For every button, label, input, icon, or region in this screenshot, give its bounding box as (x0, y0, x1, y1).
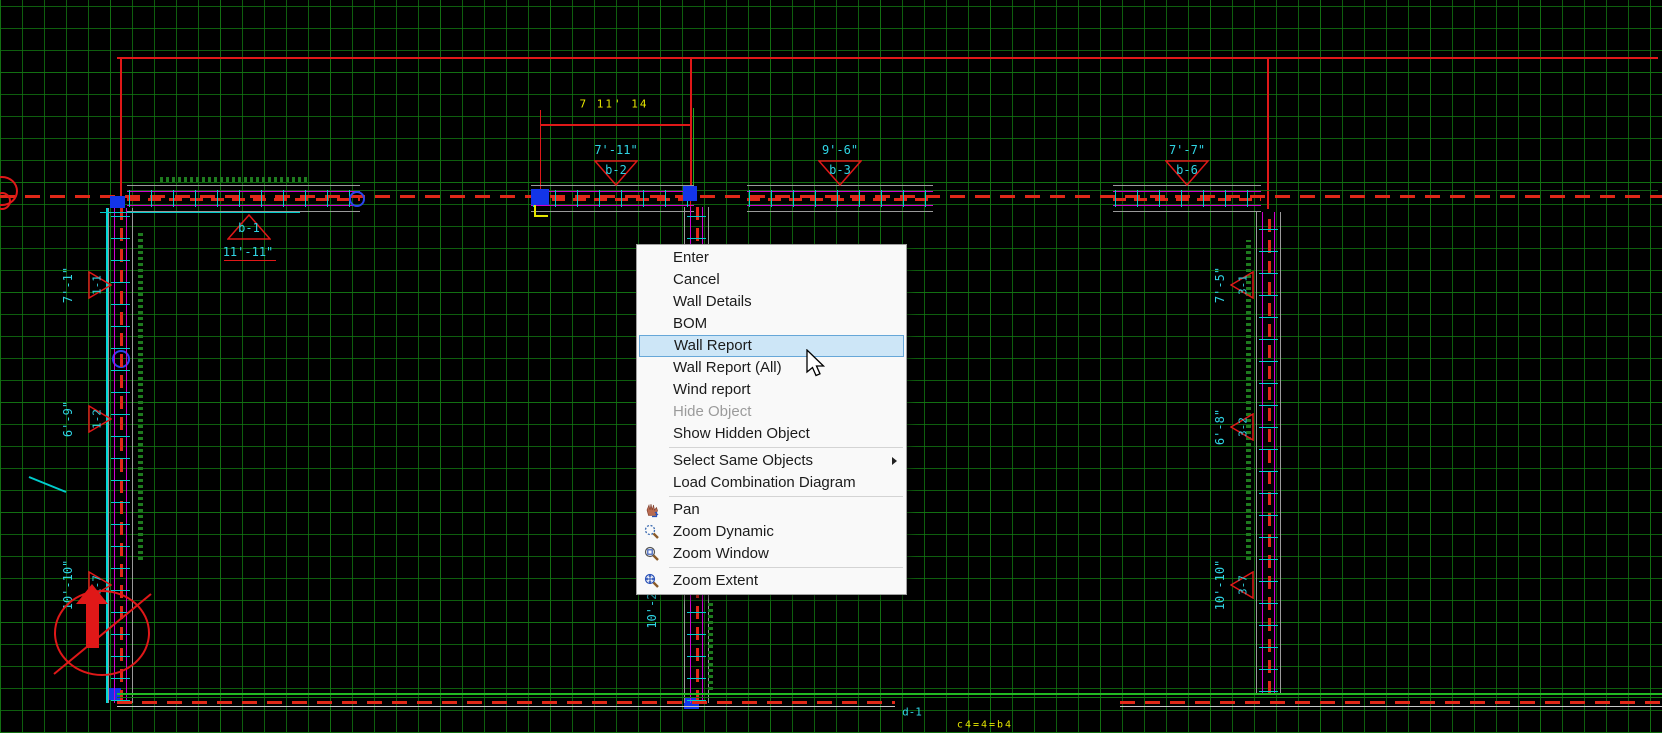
bottom-wall-centerline-right (1120, 701, 1662, 704)
zoom-dynamic-icon (644, 524, 659, 539)
bottom-wall-plate-line2 (117, 697, 1662, 698)
bottom-wall-outline-right (1120, 706, 1662, 707)
wall-panel-b6[interactable] (1113, 185, 1261, 212)
menu-item-label: Select Same Objects (673, 452, 814, 469)
left-seg2-length: 6'-9" (61, 400, 75, 438)
menu-item-label: Hide Object (673, 403, 752, 420)
right-wall-extension-line (1267, 57, 1269, 209)
stud-ticks (1115, 190, 1259, 207)
bottom-wall-tag: d-1 (902, 705, 922, 719)
menu-item-show-hidden-object[interactable]: Show Hidden Object (637, 423, 906, 445)
right-seg2-length: 6'-8" (1213, 408, 1227, 446)
wall-length-b2: 7'-11" (594, 143, 638, 157)
wall-tag-b2: b-2 (605, 163, 627, 177)
menu-item-bom[interactable]: BOM (637, 313, 906, 335)
selection-grip[interactable] (683, 186, 697, 201)
wall-length-b3: 9'-6" (821, 143, 859, 157)
wall-panel-b1[interactable] (127, 185, 360, 212)
submenu-arrow-icon (892, 457, 897, 465)
menu-item-label: Load Combination Diagram (673, 474, 856, 491)
menu-item-label: Zoom Window (673, 545, 769, 562)
selection-grip[interactable] (531, 189, 549, 205)
left-boundary-line (120, 57, 122, 197)
menu-item-label: Show Hidden Object (673, 425, 810, 442)
wall-length-b1: 11'-11" (222, 245, 274, 259)
menu-item-zoom-dynamic[interactable]: Zoom Dynamic (637, 521, 906, 543)
menu-item-label: Zoom Dynamic (673, 523, 774, 540)
menu-item-label: Wall Report (All) (673, 359, 782, 376)
menu-item-cancel[interactable]: Cancel (637, 269, 906, 291)
menu-item-zoom-extent[interactable]: Zoom Extent (637, 570, 906, 592)
cyan-leader-line (28, 476, 67, 493)
menu-item-enter[interactable]: Enter (637, 247, 906, 269)
menu-separator (669, 496, 903, 497)
menu-item-zoom-window[interactable]: Zoom Window (637, 543, 906, 565)
top-dimension-label: 7 11' 14 (579, 97, 649, 111)
cyan-dimension-line (100, 212, 300, 213)
menu-item-select-same-objects[interactable]: Select Same Objects (637, 450, 906, 472)
yellow-node-mark (534, 205, 548, 217)
menu-item-label: Wind report (673, 381, 751, 398)
top-boundary-line (117, 57, 1658, 59)
menu-item-label: Wall Report (674, 337, 752, 354)
stud-ticks (749, 190, 931, 207)
right-seg2-tag: 3-2 (1236, 417, 1250, 437)
right-seg1-length: 7'-5" (1213, 266, 1227, 304)
menu-item-hide-object: Hide Object (637, 401, 906, 423)
bottom-wall-outline-left (117, 706, 895, 707)
zoom-window-icon (644, 546, 659, 561)
right-seg3-length: 10'-10" (1213, 559, 1227, 611)
menu-item-label: Cancel (673, 271, 720, 288)
menu-item-wall-details[interactable]: Wall Details (637, 291, 906, 313)
left-seg2-tag: 1-2 (90, 409, 104, 429)
stud-ticks (1259, 214, 1278, 692)
right-seg3-tag: 3-7 (1236, 575, 1250, 595)
selection-grip[interactable] (110, 196, 125, 208)
menu-item-pan[interactable]: Pan (637, 499, 906, 521)
stud-size-text-marks (160, 177, 310, 182)
stud-size-text-marks (708, 600, 713, 690)
menu-item-wall-report[interactable]: Wall Report (639, 335, 904, 357)
menu-item-label: Enter (673, 249, 709, 266)
stud-ticks (129, 190, 358, 207)
pan-hand-icon (646, 503, 659, 518)
menu-separator (669, 447, 903, 448)
label-underline (224, 260, 276, 261)
cad-viewport: 7 11' 14 b-1 11'-11" b-2 7'-11" b-3 9'-6… (0, 0, 1662, 733)
bottom-wall-centerline-left (117, 701, 895, 704)
bottom-wall-note: c4=4=b4 (956, 719, 1014, 731)
menu-item-label: Zoom Extent (673, 572, 759, 589)
wall-panel-b3[interactable] (747, 185, 933, 212)
wall-tag-b6: b-6 (1176, 163, 1198, 177)
menu-item-load-combination-diagram[interactable]: Load Combination Diagram (637, 472, 906, 494)
node-circle (349, 191, 365, 207)
wall-panel-b2[interactable] (531, 185, 694, 212)
mouse-cursor (806, 349, 826, 377)
left-seg1-tag: 1-1 (90, 275, 104, 295)
menu-item-label: Pan (673, 501, 700, 518)
menu-item-label: Wall Details (673, 293, 752, 310)
wall-length-b6: 7'-7" (1168, 143, 1206, 157)
dimension-ext-left (540, 110, 541, 196)
menu-item-wind-report[interactable]: Wind report (637, 379, 906, 401)
dimension-line (540, 124, 690, 126)
north-arrow-head (76, 584, 108, 604)
north-arrow-shaft (86, 602, 99, 648)
context-menu: Enter Cancel Wall Details BOM Wall Repor… (636, 244, 907, 595)
menu-separator (669, 567, 903, 568)
menu-item-label: BOM (673, 315, 708, 332)
wall-tag-b3: b-3 (829, 163, 851, 177)
stud-ticks (533, 190, 692, 207)
menu-item-wall-report-all[interactable]: Wall Report (All) (637, 357, 906, 379)
right-wall[interactable] (1256, 212, 1281, 694)
left-seg1-length: 7'-1" (61, 266, 75, 304)
wall-tag-b1: b-1 (238, 221, 260, 235)
right-seg1-tag: 3-1 (1236, 275, 1250, 295)
zoom-extent-icon (644, 573, 659, 588)
bottom-wall-plate-line (117, 693, 1662, 695)
stud-size-text-marks (138, 230, 143, 560)
